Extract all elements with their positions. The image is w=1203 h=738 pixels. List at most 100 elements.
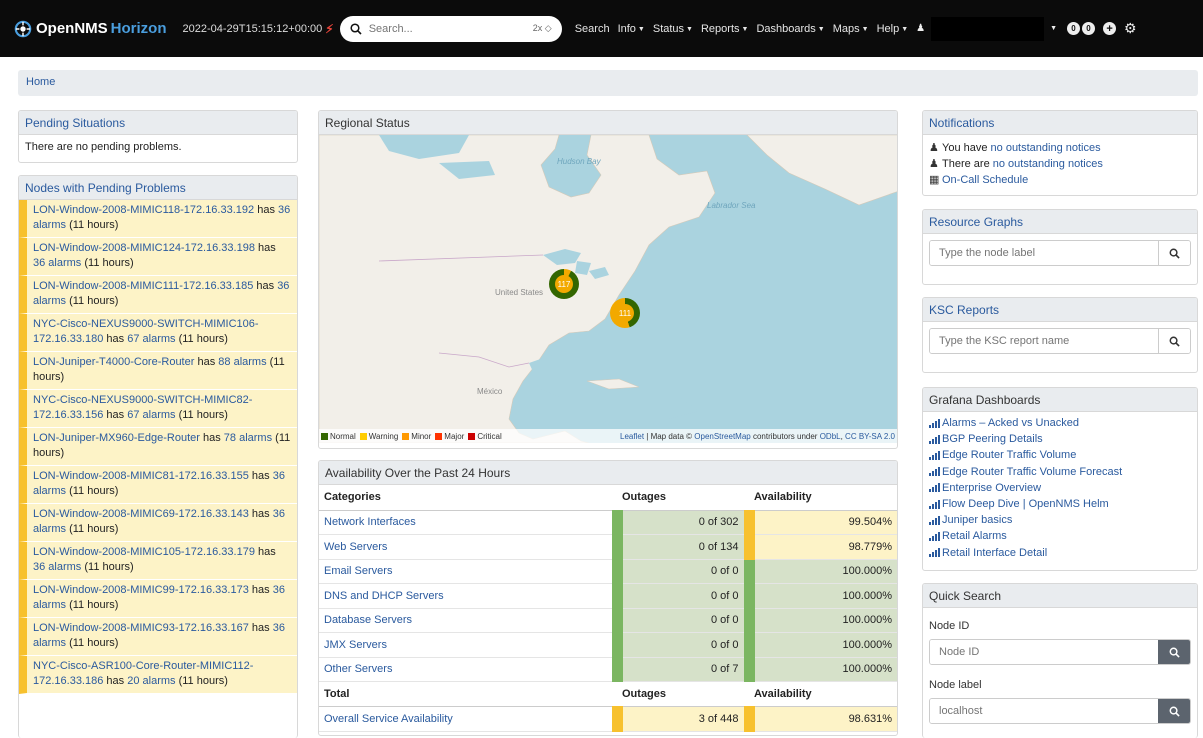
legend-critical: Critical (468, 432, 502, 441)
pending-node-alarms-link[interactable]: 36 alarms (33, 561, 81, 573)
pending-node-alarms-link[interactable]: 78 alarms (224, 432, 272, 444)
availability-row: Email Servers 0 of 0 100.000% (319, 559, 897, 584)
node-id-input[interactable] (930, 640, 1158, 664)
grafana-dashboard-item[interactable]: Retail Interface Detail (929, 545, 1191, 561)
grafana-dashboard-item[interactable]: Edge Router Traffic Volume (929, 447, 1191, 463)
breadcrumb-home[interactable]: Home (26, 76, 55, 88)
pending-node-link[interactable]: LON-Window-2008-MIMIC81-172.16.33.155 (33, 470, 249, 482)
pending-node-age: (11 hours) (84, 257, 134, 269)
pending-node-link[interactable]: LON-Window-2008-MIMIC93-172.16.33.167 (33, 622, 249, 634)
grafana-dashboard-link[interactable]: Enterprise Overview (942, 480, 1041, 496)
category-link[interactable]: DNS and DHCP Servers (324, 590, 444, 602)
nav-dashboards[interactable]: Dashboards ▼ (756, 23, 824, 35)
grafana-dashboard-link[interactable]: Edge Router Traffic Volume Forecast (942, 464, 1122, 480)
pending-node-item: LON-Window-2008-MIMIC105-172.16.33.179 h… (19, 542, 297, 580)
oncall-schedule-link[interactable]: On-Call Schedule (942, 174, 1028, 186)
leaflet-link[interactable]: Leaflet (620, 432, 644, 441)
pending-node-link[interactable]: LON-Window-2008-MIMIC124-172.16.33.198 (33, 242, 255, 254)
pending-node-link[interactable]: LON-Window-2008-MIMIC118-172.16.33.192 (33, 204, 254, 216)
grafana-dashboard-link[interactable]: Retail Interface Detail (942, 545, 1047, 561)
notification-off-icon[interactable]: ⚡︎ (325, 22, 333, 36)
pending-node-alarms-link[interactable]: 88 alarms (218, 356, 266, 368)
ksc-report-input[interactable] (930, 329, 1158, 353)
pending-situations-title[interactable]: Pending Situations (19, 111, 297, 135)
nav-reports[interactable]: Reports ▼ (701, 23, 748, 35)
resource-graphs-title[interactable]: Resource Graphs (923, 210, 1197, 234)
node-id-search-button[interactable] (1158, 640, 1190, 664)
grafana-dashboard-item[interactable]: Alarms – Acked vs Unacked (929, 415, 1191, 431)
pending-node-link[interactable]: LON-Window-2008-MIMIC105-172.16.33.179 (33, 546, 255, 558)
grafana-dashboard-item[interactable]: Edge Router Traffic Volume Forecast (929, 464, 1191, 480)
cc-link[interactable]: CC BY-SA 2.0 (845, 432, 895, 441)
grafana-dashboard-item[interactable]: Flow Deep Dive | OpenNMS Helm (929, 496, 1191, 512)
ksc-search-button[interactable] (1158, 329, 1190, 353)
plus-circle-icon[interactable]: + (1103, 22, 1117, 35)
nav-help[interactable]: Help ▼ (877, 23, 909, 35)
has-text: has (251, 470, 270, 482)
grafana-dashboard-link[interactable]: Edge Router Traffic Volume (942, 447, 1076, 463)
nav-search[interactable]: Search (575, 23, 610, 35)
has-text: has (256, 280, 275, 292)
node-label-quick-input[interactable] (930, 699, 1158, 723)
grafana-dashboard-item[interactable]: Enterprise Overview (929, 480, 1191, 496)
all-notices-link[interactable]: no outstanding notices (993, 158, 1103, 170)
pending-node-item: NYC-Cisco-NEXUS9000-SWITCH-MIMIC106-172.… (19, 314, 297, 352)
notification-line-all: ♟ There are no outstanding notices (929, 158, 1103, 170)
nav-status[interactable]: Status ▼ (653, 23, 693, 35)
pending-node-link[interactable]: LON-Window-2008-MIMIC99-172.16.33.173 (33, 584, 249, 596)
user-notices-link[interactable]: no outstanding notices (991, 142, 1101, 154)
category-link[interactable]: Database Servers (324, 614, 412, 626)
category-link[interactable]: Web Servers (324, 541, 387, 553)
category-link[interactable]: Other Servers (324, 663, 392, 675)
pending-node-link[interactable]: LON-Window-2008-MIMIC69-172.16.33.143 (33, 508, 249, 520)
grafana-dashboard-link[interactable]: Flow Deep Dive | OpenNMS Helm (942, 496, 1109, 512)
total-availability-header: Availability (749, 681, 897, 707)
resource-graphs-search (929, 240, 1191, 266)
grafana-dashboard-link[interactable]: BGP Peering Details (942, 431, 1043, 447)
pending-node-alarms-link[interactable]: 67 alarms (127, 409, 175, 421)
osm-link[interactable]: OpenStreetMap (694, 432, 750, 441)
pending-node-link[interactable]: LON-Juniper-T4000-Core-Router (33, 356, 194, 368)
node-label-input[interactable] (930, 241, 1158, 265)
ksc-reports-title[interactable]: KSC Reports (923, 298, 1197, 322)
category-link[interactable]: JMX Servers (324, 639, 387, 651)
grafana-dashboard-link[interactable]: Alarms – Acked vs Unacked (942, 415, 1079, 431)
grafana-dashboard-link[interactable]: Juniper basics (942, 512, 1012, 528)
global-search[interactable]: 2x ◇ (339, 15, 562, 42)
category-link[interactable]: Email Servers (324, 565, 392, 577)
grafana-dashboard-item[interactable]: BGP Peering Details (929, 431, 1191, 447)
odbl-link[interactable]: ODbL (820, 432, 841, 441)
bar-chart-icon (929, 548, 940, 558)
pending-node-alarms-link[interactable]: 20 alarms (127, 675, 175, 687)
notifications-title[interactable]: Notifications (923, 111, 1197, 135)
nodes-pending-title[interactable]: Nodes with Pending Problems (19, 176, 297, 200)
pending-node-age: (11 hours) (69, 637, 119, 649)
resource-search-button[interactable] (1158, 241, 1190, 265)
pending-node-age: (11 hours) (69, 599, 119, 611)
category-link[interactable]: Network Interfaces (324, 516, 416, 528)
search-shortcut-hint: 2x ◇ (532, 23, 552, 33)
pending-node-link[interactable]: LON-Juniper-MX960-Edge-Router (33, 432, 200, 444)
pending-node-link[interactable]: LON-Window-2008-MIMIC111-172.16.33.185 (33, 280, 253, 292)
global-search-input[interactable] (368, 22, 533, 35)
node-label-search-button[interactable] (1158, 699, 1190, 723)
grafana-dashboard-item[interactable]: Retail Alarms (929, 528, 1191, 544)
chevron-down-icon: ▼ (741, 25, 749, 33)
nav-maps[interactable]: Maps ▼ (833, 23, 869, 35)
grafana-dashboard-item[interactable]: Juniper basics (929, 512, 1191, 528)
map-cluster-marker[interactable]: 117 (549, 269, 579, 299)
pending-node-alarms-link[interactable]: 67 alarms (127, 333, 175, 345)
has-text: has (258, 546, 276, 558)
brand-logo[interactable]: OpenNMS Horizon (14, 20, 167, 38)
node-label-search (929, 698, 1191, 724)
grafana-dashboard-link[interactable]: Retail Alarms (942, 528, 1007, 544)
pending-situations-message: There are no pending problems. (25, 141, 182, 153)
nav-info[interactable]: Info ▼ (618, 23, 645, 35)
user-menu[interactable]: ♟ ▼ (916, 16, 1057, 41)
alarm-badges[interactable]: 0 0 (1067, 22, 1096, 35)
regional-map[interactable]: Hudson Bay Labrador Sea United States Mé… (319, 135, 897, 443)
overall-link[interactable]: Overall Service Availability (324, 713, 453, 725)
pending-node-alarms-link[interactable]: 36 alarms (33, 257, 81, 269)
map-cluster-marker[interactable]: 111 (610, 298, 640, 328)
gear-icon[interactable]: ⚙ (1124, 20, 1137, 37)
